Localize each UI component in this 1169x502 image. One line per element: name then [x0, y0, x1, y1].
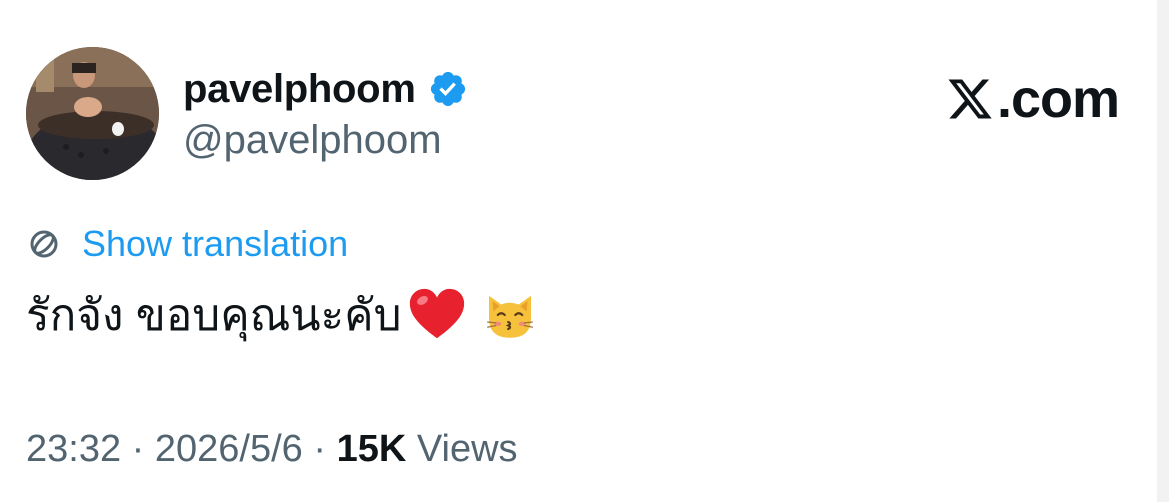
- show-translation-button[interactable]: Show translation: [26, 222, 348, 266]
- page-edge: [1157, 0, 1169, 502]
- kissing-cat-icon: [486, 295, 533, 338]
- x-logo-icon: [948, 79, 992, 119]
- avatar[interactable]: [26, 47, 159, 180]
- display-name[interactable]: pavelphoom: [183, 67, 416, 112]
- show-translation-link[interactable]: Show translation: [82, 223, 348, 265]
- meta-separator: ·: [302, 428, 337, 470]
- tweet-text-body: รักจัง ขอบคุณนะคับ: [26, 291, 402, 340]
- views-label[interactable]: Views: [406, 428, 518, 471]
- tweet-time[interactable]: 23:32: [26, 428, 121, 471]
- views-count[interactable]: 15K: [337, 428, 407, 471]
- verified-badge-icon: [430, 71, 465, 107]
- translate-globe-icon: [30, 230, 58, 258]
- avatar-photo: [26, 47, 159, 180]
- tweet-date[interactable]: 2026/5/6: [155, 428, 303, 471]
- brand-domain: .com: [996, 69, 1120, 129]
- user-handle[interactable]: @pavelphoom: [183, 118, 442, 163]
- brand-logo: .com: [945, 68, 1120, 130]
- meta-separator: ·: [121, 428, 155, 470]
- heart-icon: [409, 288, 464, 339]
- tweet-text: รักจัง ขอบคุณนะคับ: [26, 280, 538, 350]
- name-row: pavelphoom: [183, 64, 468, 114]
- tweet-meta: 23:32 · 2026/5/6 · 15K Views: [26, 428, 518, 471]
